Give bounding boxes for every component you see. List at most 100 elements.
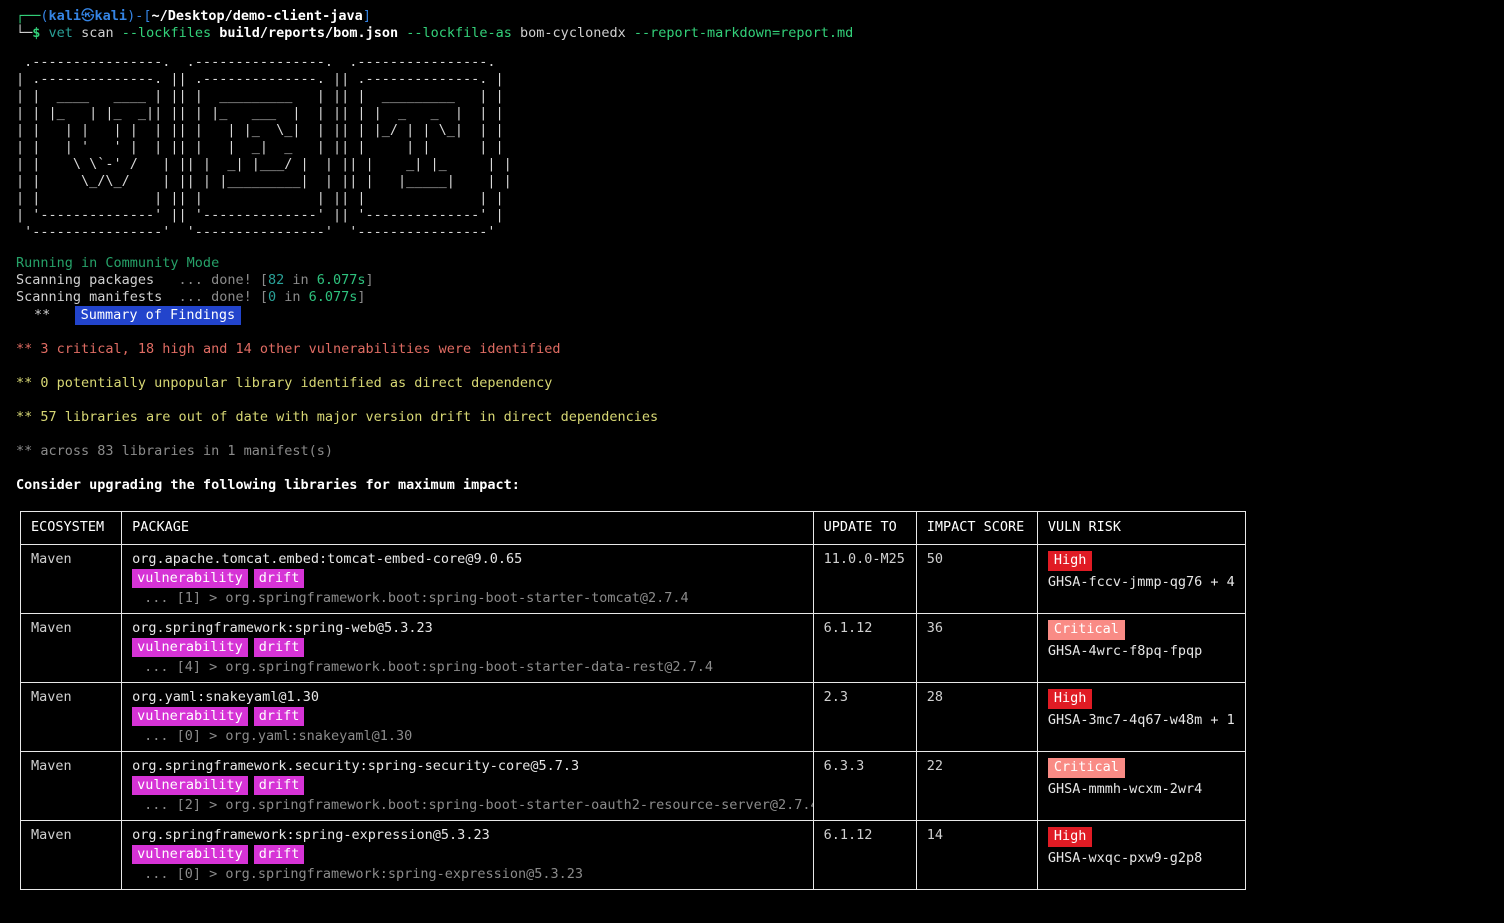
prompt-bracket-close: ] (363, 8, 371, 24)
cell-package: org.springframework:spring-expression@5.… (122, 821, 814, 890)
package-tag-row: vulnerability drift (132, 708, 805, 725)
prompt-open-paren: ( (40, 8, 48, 24)
table-row[interactable]: Mavenorg.yaml:snakeyaml@1.30vulnerabilit… (21, 683, 1246, 752)
table-header-update-to[interactable]: UPDATE TO (813, 512, 916, 545)
scanning-packages-time: 6.077s (317, 272, 366, 288)
summary-marker: ** (34, 307, 50, 323)
cell-update-to: 11.0.0-M25 (813, 545, 916, 614)
scanning-packages-end: ] (366, 272, 374, 288)
consider-upgrading-heading: Consider upgrading the following librari… (0, 477, 1504, 494)
cell-impact-score: 50 (916, 545, 1037, 614)
prompt-line-command[interactable]: └─$ vet scan --lockfiles build/reports/b… (16, 25, 1504, 42)
cell-ecosystem: Maven (21, 821, 122, 890)
findings-table-wrapper: ECOSYSTEMPACKAGEUPDATE TOIMPACT SCOREVUL… (0, 511, 1504, 890)
tag-vulnerability: vulnerability (132, 776, 248, 795)
vet-ascii-logo: .----------------. .----------------. .-… (0, 54, 1504, 241)
summary-of-findings-line: ** Summary of Findings (16, 307, 1504, 324)
risk-badge: High (1048, 827, 1093, 847)
package-name: org.apache.tomcat.embed:tomcat-embed-cor… (132, 551, 805, 568)
prompt-branch-bottom: └─ (16, 25, 32, 41)
tag-vulnerability: vulnerability (132, 569, 248, 588)
table-body: Maven org.apache.tomcat.embed:tomcat-embe… (21, 545, 1246, 890)
cell-impact-score: 14 (916, 821, 1037, 890)
table-header-vuln-risk[interactable]: VULN RISK (1037, 512, 1245, 545)
finding-text: 57 libraries are out of date with major … (40, 409, 658, 425)
vulnerability-id: GHSA-3mc7-4q67-w48m + 1 (1048, 712, 1237, 729)
scanning-packages-line: Scanning packages ... done! [82 in 6.077… (16, 272, 1504, 289)
tag-drift: drift (254, 776, 305, 795)
table-row[interactable]: Mavenorg.springframework.security:spring… (21, 752, 1246, 821)
package-tag-row: vulnerability drift (132, 570, 805, 587)
finding-text: across 83 libraries in 1 manifest(s) (40, 443, 333, 459)
finding-text: 3 critical, 18 high and 14 other vulnera… (40, 341, 560, 357)
scanning-manifests-count: 0 (268, 289, 276, 305)
cell-impact-score: 28 (916, 683, 1037, 752)
at-symbol-icon: ㉿ (81, 8, 95, 24)
tag-vulnerability: vulnerability (132, 638, 248, 657)
scanning-packages-count: 82 (268, 272, 284, 288)
risk-badge: Critical (1048, 758, 1125, 778)
package-tag-row: vulnerabilitydrift (132, 639, 805, 656)
scanning-manifests-line: Scanning manifests ... done! [0 in 6.077… (16, 289, 1504, 306)
findings-table: ECOSYSTEMPACKAGEUPDATE TOIMPACT SCOREVUL… (20, 511, 1246, 890)
cell-package: org.apache.tomcat.embed:tomcat-embed-cor… (122, 545, 814, 614)
finding-line: ** 0 potentially unpopular library ident… (16, 375, 1504, 392)
finding-marker: ** (16, 375, 40, 391)
scanning-packages-dots: ... done! [ (154, 272, 268, 288)
scanning-manifests-time: 6.077s (309, 289, 358, 305)
cell-ecosystem: Maven (21, 545, 122, 614)
cell-impact-score: 36 (916, 614, 1037, 683)
tag-drift: drift (254, 707, 305, 726)
dependency-path: ... [4] > org.springframework.boot:sprin… (132, 659, 805, 676)
finding-marker: ** (16, 341, 40, 357)
prompt-branch-top: ┌── (16, 8, 40, 24)
scan-status-block: Running in Community Mode Scanning packa… (0, 255, 1504, 324)
findings-summary-list: ** 3 critical, 18 high and 14 other vuln… (0, 341, 1504, 460)
tag-vulnerability: vulnerability (132, 707, 248, 726)
package-tag-row: vulnerability drift (132, 777, 805, 794)
prompt-close-paren: ) (127, 8, 135, 24)
community-mode-line: Running in Community Mode (16, 255, 1504, 272)
scanning-manifests-dots: ... done! [ (162, 289, 268, 305)
vulnerability-id: GHSA-fccv-jmmp-qg76 + 4 (1048, 574, 1237, 591)
table-row[interactable]: Mavenorg.springframework:spring-web@5.3.… (21, 614, 1246, 683)
summary-of-findings-badge: Summary of Findings (75, 306, 241, 325)
cell-package: org.springframework:spring-web@5.3.23vul… (122, 614, 814, 683)
vulnerability-id: GHSA-wxqc-pxw9-g2p8 (1048, 850, 1237, 867)
cell-vuln-risk: High GHSA-wxqc-pxw9-g2p8 (1037, 821, 1245, 890)
risk-badge: High (1048, 551, 1093, 571)
table-row[interactable]: Maven org.springframework:spring-expressi… (21, 821, 1246, 890)
prompt-user: kali (49, 8, 82, 24)
tag-vulnerability: vulnerability (132, 845, 248, 864)
vulnerability-id: GHSA-mmmh-wcxm-2wr4 (1048, 781, 1237, 798)
tag-drift: drift (254, 845, 305, 864)
package-name: org.yaml:snakeyaml@1.30 (132, 689, 805, 706)
dependency-path: ... [0] > org.springframework:spring-exp… (132, 866, 805, 883)
cell-impact-score: 22 (916, 752, 1037, 821)
table-header-impact-score[interactable]: IMPACT SCORE (916, 512, 1037, 545)
tag-drift: drift (254, 569, 305, 588)
scanning-manifests-in: in (276, 289, 309, 305)
arg-lockfile-path: build/reports/bom.json (219, 25, 398, 41)
command-subcommand: scan (81, 25, 114, 41)
risk-badge: High (1048, 689, 1093, 709)
cell-update-to: 6.3.3 (813, 752, 916, 821)
cell-package: org.springframework.security:spring-secu… (122, 752, 814, 821)
cell-package: org.yaml:snakeyaml@1.30vulnerability drif… (122, 683, 814, 752)
package-name: org.springframework:spring-expression@5.… (132, 827, 805, 844)
cell-vuln-risk: High GHSA-3mc7-4q67-w48m + 1 (1037, 683, 1245, 752)
table-header-package[interactable]: PACKAGE (122, 512, 814, 545)
cell-vuln-risk: Critical GHSA-mmmh-wcxm-2wr4 (1037, 752, 1245, 821)
finding-line: ** across 83 libraries in 1 manifest(s) (16, 443, 1504, 460)
scanning-packages-label: Scanning packages (16, 272, 154, 288)
flag-report-markdown: --report-markdown=report.md (634, 25, 853, 41)
table-header-row: ECOSYSTEMPACKAGEUPDATE TOIMPACT SCOREVUL… (21, 512, 1246, 545)
table-row[interactable]: Maven org.apache.tomcat.embed:tomcat-embe… (21, 545, 1246, 614)
flag-lockfiles: --lockfiles (122, 25, 211, 41)
scanning-manifests-end: ] (357, 289, 365, 305)
finding-line: ** 57 libraries are out of date with maj… (16, 409, 1504, 426)
dependency-path: ... [1] > org.springframework.boot:sprin… (132, 590, 805, 607)
scanning-packages-in: in (284, 272, 317, 288)
table-header-ecosystem[interactable]: ECOSYSTEM (21, 512, 122, 545)
risk-badge: Critical (1048, 620, 1125, 640)
